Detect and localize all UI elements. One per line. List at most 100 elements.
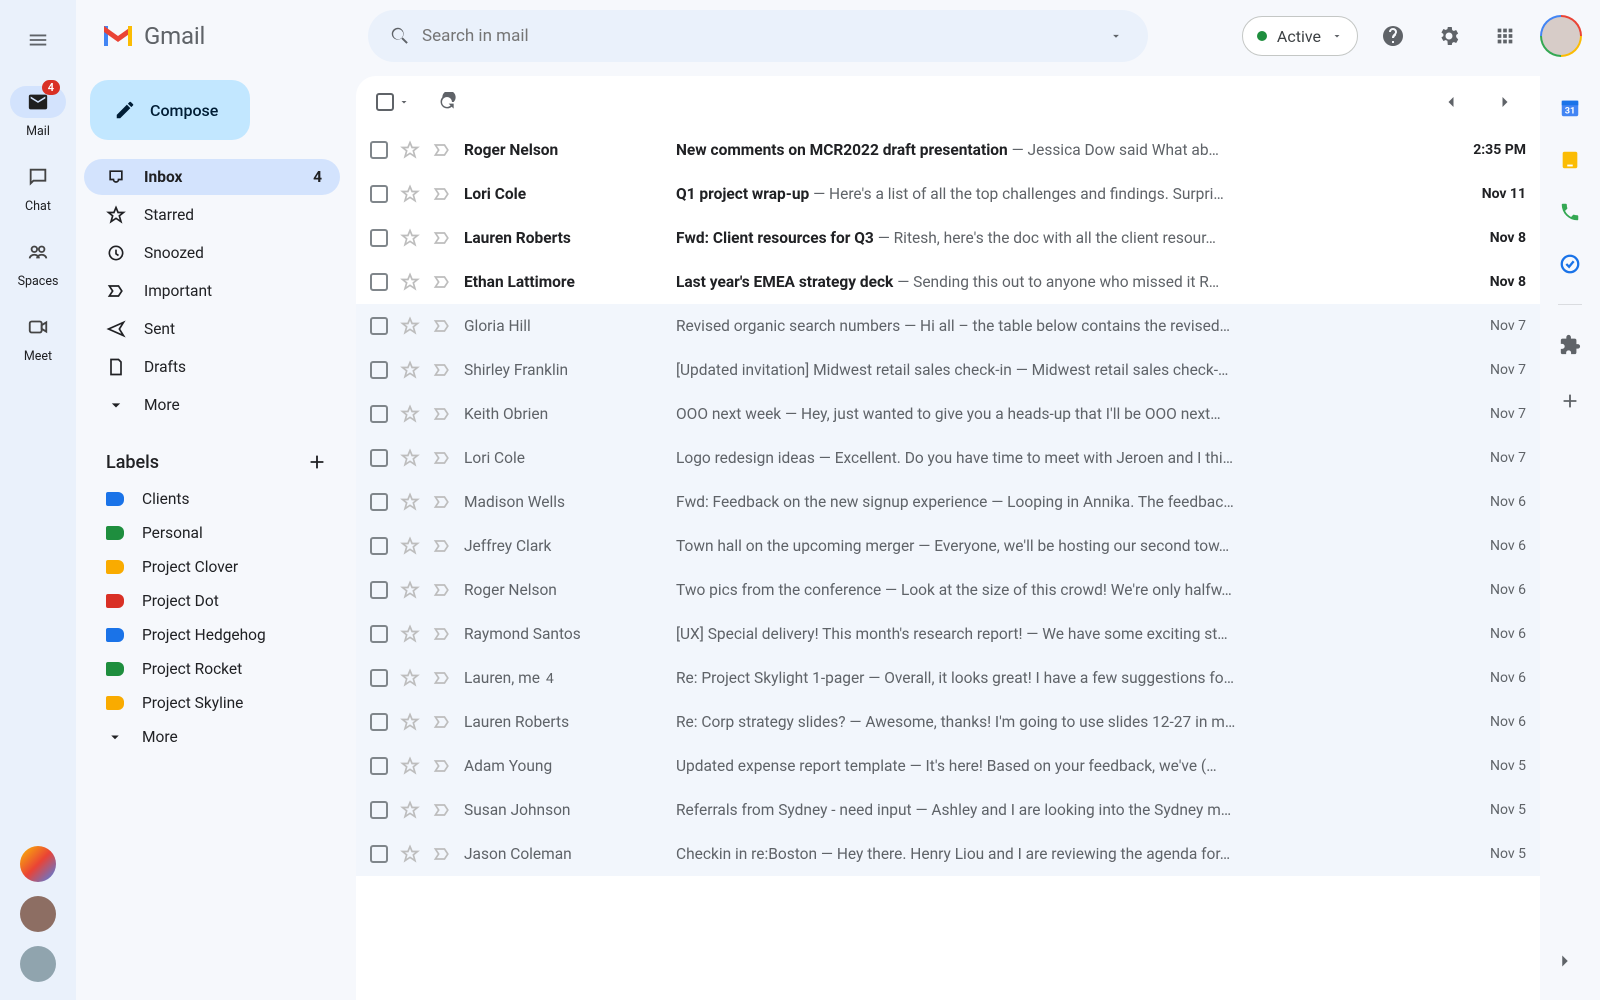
star-toggle[interactable]: [400, 492, 420, 512]
label-item[interactable]: Project Hedgehog: [84, 618, 340, 652]
email-row[interactable]: Susan Johnson Referrals from Sydney - ne…: [356, 788, 1540, 832]
row-checkbox[interactable]: [370, 845, 388, 863]
star-toggle[interactable]: [400, 800, 420, 820]
important-toggle[interactable]: [432, 316, 452, 336]
important-toggle[interactable]: [432, 272, 452, 292]
label-item[interactable]: Clients: [84, 482, 340, 516]
refresh-button[interactable]: [426, 81, 468, 123]
email-row[interactable]: Lori Cole Q1 project wrap-up — Here's a …: [356, 172, 1540, 216]
nav-item-more[interactable]: More: [84, 387, 340, 423]
important-toggle[interactable]: [432, 624, 452, 644]
help-button[interactable]: [1372, 15, 1414, 57]
star-toggle[interactable]: [400, 624, 420, 644]
star-toggle[interactable]: [400, 580, 420, 600]
email-row[interactable]: Lori Cole Logo redesign ideas — Excellen…: [356, 436, 1540, 480]
email-row[interactable]: Lauren, me4 Re: Project Skylight 1-pager…: [356, 656, 1540, 700]
label-item[interactable]: Project Clover: [84, 550, 340, 584]
search-options-button[interactable]: [1094, 14, 1138, 58]
search-button[interactable]: [378, 14, 422, 58]
nav-item-starred[interactable]: Starred: [84, 197, 340, 233]
rail-item-chat[interactable]: Chat: [10, 161, 66, 214]
star-toggle[interactable]: [400, 404, 420, 424]
star-toggle[interactable]: [400, 272, 420, 292]
important-toggle[interactable]: [432, 228, 452, 248]
calendar-app-button[interactable]: 31: [1558, 96, 1582, 120]
rail-item-spaces[interactable]: Spaces: [10, 236, 66, 289]
important-toggle[interactable]: [432, 800, 452, 820]
email-row[interactable]: Roger Nelson New comments on MCR2022 dra…: [356, 128, 1540, 172]
search-bar[interactable]: [368, 10, 1148, 62]
star-toggle[interactable]: [400, 668, 420, 688]
integration-shortcut-1[interactable]: [20, 846, 56, 882]
important-toggle[interactable]: [432, 448, 452, 468]
star-toggle[interactable]: [400, 140, 420, 160]
important-toggle[interactable]: [432, 140, 452, 160]
email-row[interactable]: Lauren Roberts Fwd: Client resources for…: [356, 216, 1540, 260]
contacts-app-button[interactable]: [1558, 252, 1582, 276]
row-checkbox[interactable]: [370, 669, 388, 687]
add-label-button[interactable]: [306, 451, 328, 473]
page-prev-button[interactable]: [1430, 81, 1472, 123]
email-row[interactable]: Madison Wells Fwd: Feedback on the new s…: [356, 480, 1540, 524]
star-toggle[interactable]: [400, 360, 420, 380]
label-item[interactable]: Project Skyline: [84, 686, 340, 720]
star-toggle[interactable]: [400, 536, 420, 556]
important-toggle[interactable]: [432, 492, 452, 512]
row-checkbox[interactable]: [370, 141, 388, 159]
email-row[interactable]: Roger Nelson Two pics from the conferenc…: [356, 568, 1540, 612]
row-checkbox[interactable]: [370, 185, 388, 203]
label-item[interactable]: Project Dot: [84, 584, 340, 618]
star-toggle[interactable]: [400, 844, 420, 864]
row-checkbox[interactable]: [370, 581, 388, 599]
apps-button[interactable]: [1484, 15, 1526, 57]
labels-more[interactable]: More: [84, 720, 340, 754]
email-row[interactable]: Keith Obrien OOO next week — Hey, just w…: [356, 392, 1540, 436]
star-toggle[interactable]: [400, 712, 420, 732]
tasks-app-button[interactable]: [1558, 200, 1582, 224]
nav-item-inbox[interactable]: Inbox4: [84, 159, 340, 195]
addons-button[interactable]: [1558, 333, 1582, 357]
email-row[interactable]: Jeffrey Clark Town hall on the upcoming …: [356, 524, 1540, 568]
main-menu-button[interactable]: [14, 16, 62, 64]
row-checkbox[interactable]: [370, 405, 388, 423]
row-checkbox[interactable]: [370, 317, 388, 335]
row-checkbox[interactable]: [370, 713, 388, 731]
row-checkbox[interactable]: [370, 449, 388, 467]
star-toggle[interactable]: [400, 228, 420, 248]
show-side-panel-button[interactable]: [1544, 940, 1586, 982]
star-toggle[interactable]: [400, 184, 420, 204]
star-toggle[interactable]: [400, 756, 420, 776]
email-row[interactable]: Gloria Hill Revised organic search numbe…: [356, 304, 1540, 348]
contact-avatar-1[interactable]: [20, 896, 56, 932]
row-checkbox[interactable]: [370, 757, 388, 775]
rail-item-meet[interactable]: Meet: [10, 311, 66, 364]
status-chip[interactable]: Active: [1242, 16, 1358, 56]
compose-button[interactable]: Compose: [90, 80, 250, 140]
label-item[interactable]: Personal: [84, 516, 340, 550]
nav-item-drafts[interactable]: Drafts: [84, 349, 340, 385]
important-toggle[interactable]: [432, 360, 452, 380]
row-checkbox[interactable]: [370, 625, 388, 643]
keep-app-button[interactable]: [1558, 148, 1582, 172]
email-row[interactable]: Lauren Roberts Re: Corp strategy slides?…: [356, 700, 1540, 744]
nav-item-important[interactable]: Important: [84, 273, 340, 309]
search-input[interactable]: [422, 26, 1094, 46]
important-toggle[interactable]: [432, 668, 452, 688]
email-row[interactable]: Shirley Franklin [Updated invitation] Mi…: [356, 348, 1540, 392]
row-checkbox[interactable]: [370, 801, 388, 819]
email-row[interactable]: Ethan Lattimore Last year's EMEA strateg…: [356, 260, 1540, 304]
page-next-button[interactable]: [1484, 81, 1526, 123]
important-toggle[interactable]: [432, 404, 452, 424]
row-checkbox[interactable]: [370, 229, 388, 247]
important-toggle[interactable]: [432, 580, 452, 600]
email-row[interactable]: Adam Young Updated expense report templa…: [356, 744, 1540, 788]
account-avatar[interactable]: [1540, 15, 1582, 57]
important-toggle[interactable]: [432, 756, 452, 776]
important-toggle[interactable]: [432, 712, 452, 732]
nav-item-snoozed[interactable]: Snoozed: [84, 235, 340, 271]
select-all-checkbox[interactable]: [370, 87, 416, 117]
important-toggle[interactable]: [432, 844, 452, 864]
rail-item-mail[interactable]: 4Mail: [10, 86, 66, 139]
important-toggle[interactable]: [432, 184, 452, 204]
star-toggle[interactable]: [400, 316, 420, 336]
